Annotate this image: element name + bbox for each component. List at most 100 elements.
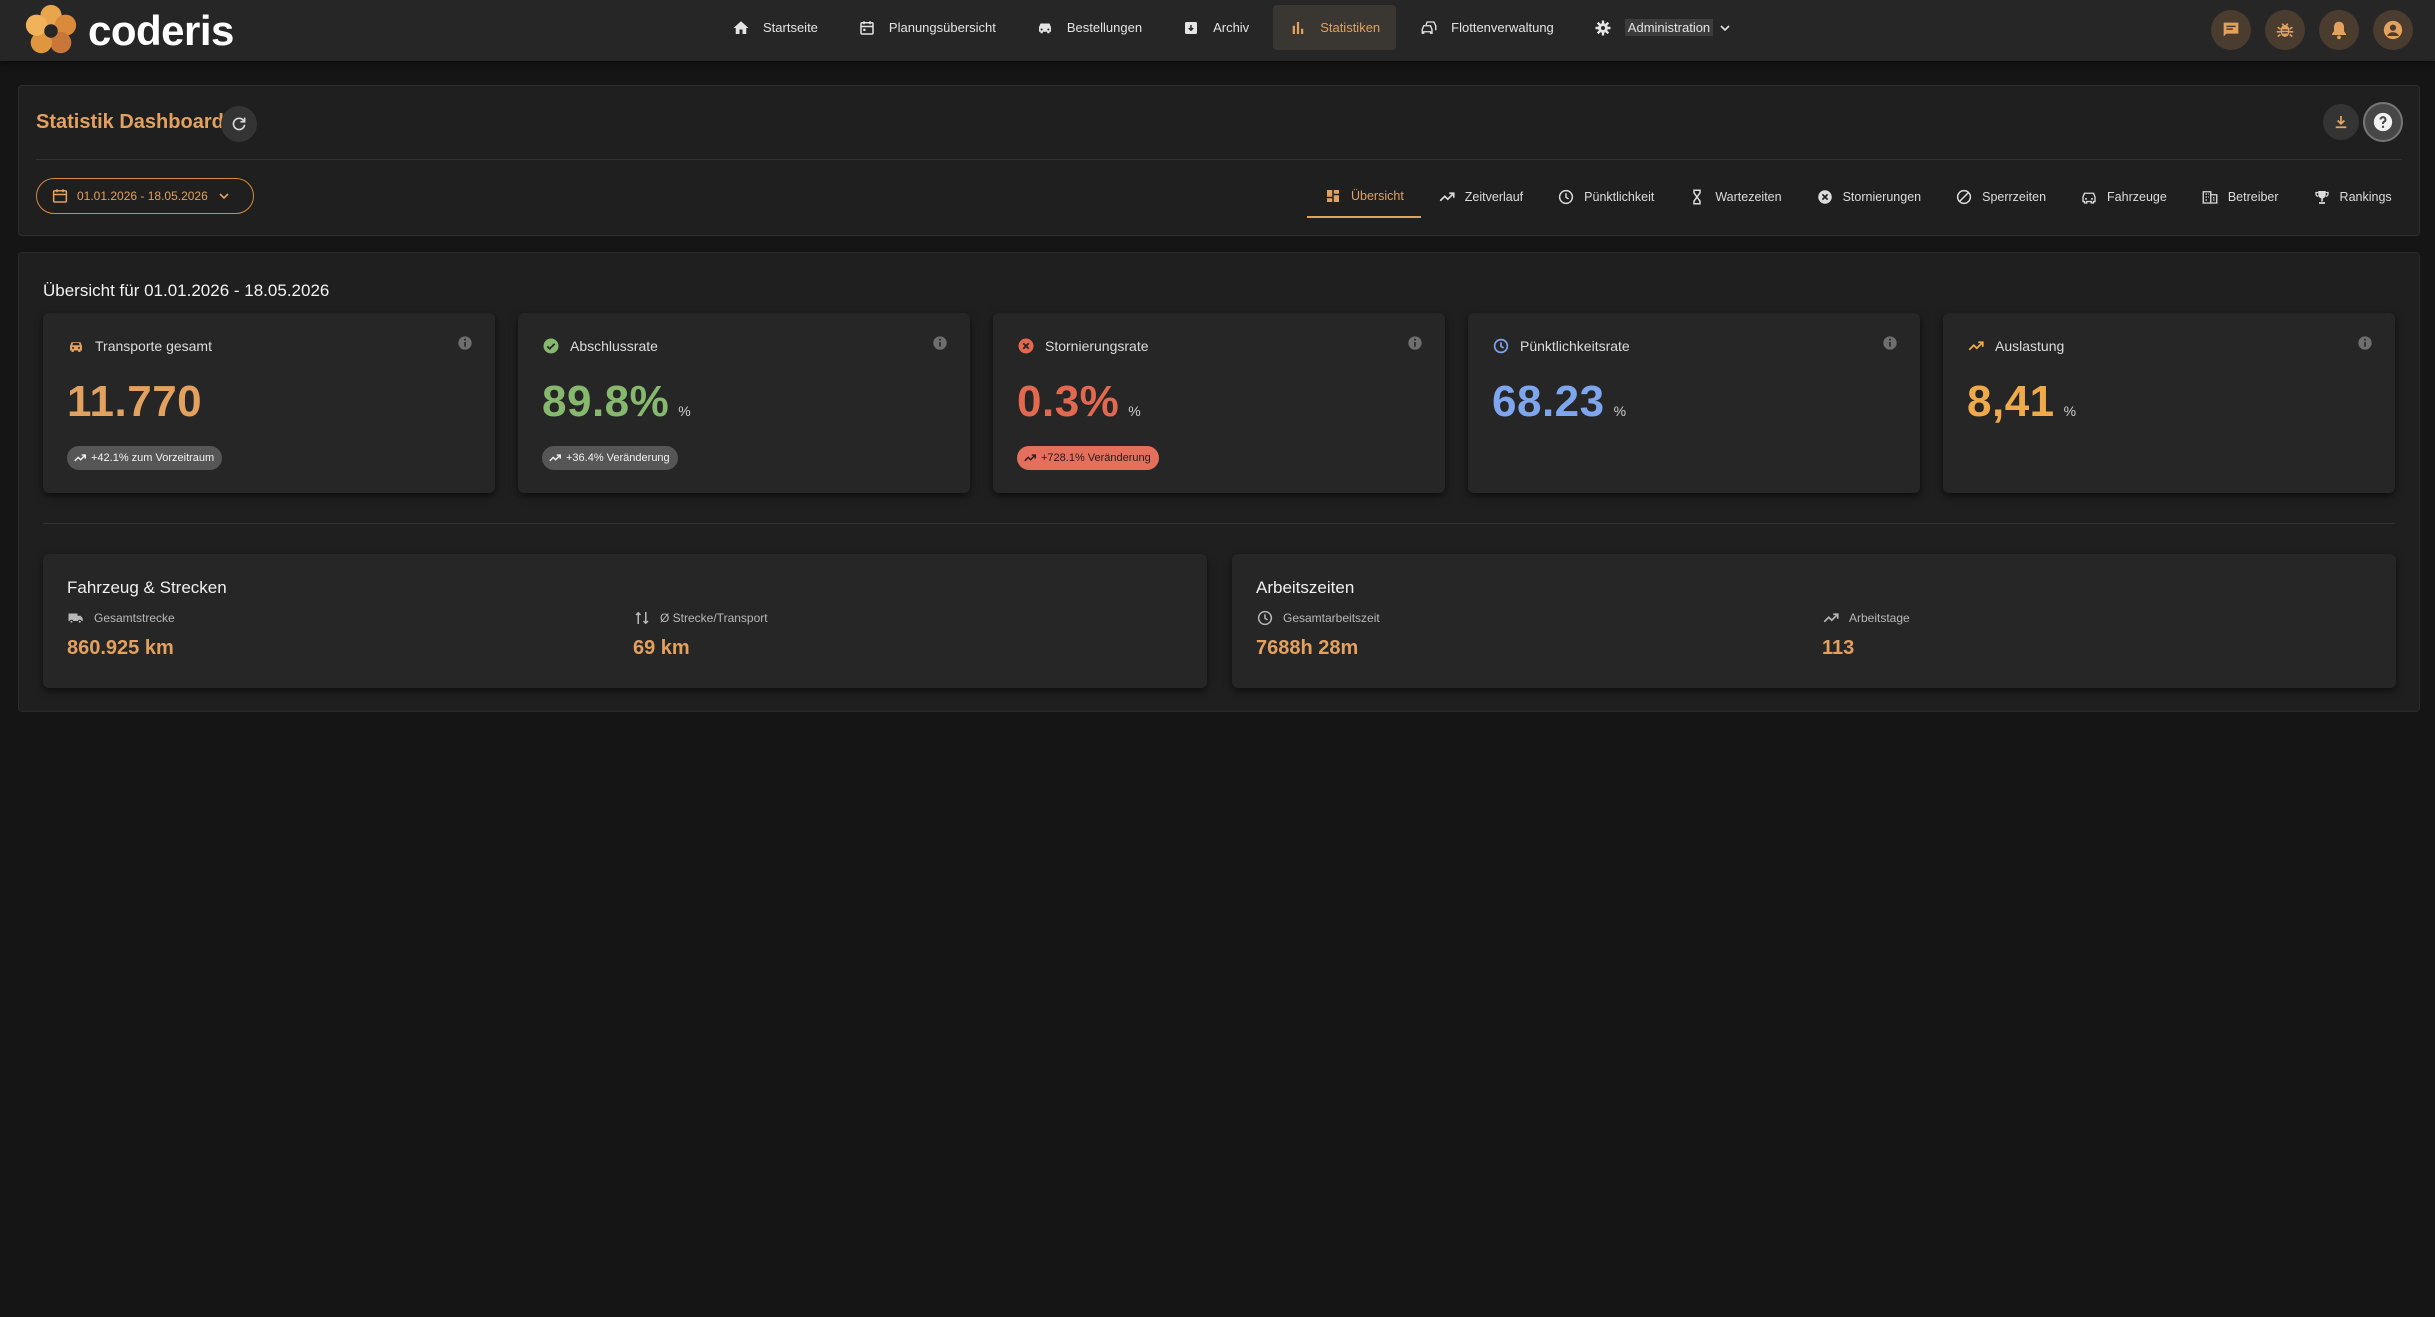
statistics-tabs: Übersicht Zeitverlauf Pünktlichkeit Wart… [1307, 176, 2409, 218]
tab-rankings[interactable]: Rankings [2296, 176, 2409, 218]
metric-gesamtarbeitszeit: Gesamtarbeitszeit 7688h 28m [1256, 609, 1380, 660]
kpi-change-badge: +42.1% zum Vorzeitraum [67, 446, 223, 470]
kpi-number: 8,41 [1967, 377, 2055, 426]
trophy-icon [2314, 191, 2329, 204]
tab-label: Pünktlichkeit [1584, 190, 1655, 204]
tab-label: Übersicht [1351, 189, 1404, 203]
hourglass-icon [1693, 189, 1702, 205]
help-button[interactable] [2363, 102, 2403, 142]
nav-item-label: Planungsübersicht [888, 20, 996, 35]
tab-label: Zeitverlauf [1464, 190, 1524, 204]
account-icon [2383, 20, 2403, 40]
chat-icon [2223, 22, 2239, 37]
kpi-unit: % [1128, 403, 1141, 419]
kpi-label: Transporte gesamt [95, 338, 212, 354]
overview-title: Übersicht für 01.01.2026 - 18.05.2026 [43, 281, 330, 300]
trend-up-icon [1024, 454, 1036, 462]
chevron-down-icon [219, 193, 229, 200]
notifications-button[interactable] [2319, 10, 2359, 50]
chevron-down-icon [1720, 24, 1730, 31]
info-icon[interactable] [932, 335, 948, 351]
trend-icon [1439, 192, 1455, 202]
logo[interactable]: coderis [22, 0, 234, 61]
kpi-change-badge: +36.4% Veränderung [542, 446, 678, 470]
refresh-button[interactable] [221, 106, 257, 142]
cancel-icon [1018, 338, 1034, 354]
nav-item-label: Flottenverwaltung [1451, 20, 1554, 35]
account-button[interactable] [2373, 10, 2413, 50]
dashboard-header: Statistik Dashboard 01.01.2026 - 18.05.2… [18, 85, 2420, 236]
tab-fahrzeuge[interactable]: Fahrzeuge [2063, 176, 2184, 218]
refresh-icon [232, 117, 246, 131]
metric-label: Arbeitstage [1822, 609, 1910, 627]
nav-item-administration[interactable]: Administration [1578, 5, 1749, 50]
kpi-label: Stornierungsrate [1045, 338, 1149, 354]
metric-label: Gesamtarbeitszeit [1256, 609, 1380, 627]
kpi-number: 89.8% [542, 377, 670, 426]
info-icon[interactable] [457, 335, 473, 351]
cancel-icon [1817, 190, 1832, 204]
tab-label: Fahrzeuge [2107, 190, 2167, 204]
tab-puenktlichkeit[interactable]: Pünktlichkeit [1540, 176, 1671, 218]
bug-icon [2276, 23, 2294, 38]
info-icon[interactable] [1407, 335, 1423, 351]
bug-report-button[interactable] [2265, 10, 2305, 50]
route-icon [635, 611, 649, 625]
kpi-number: 0.3% [1017, 377, 1120, 426]
tab-wartezeiten[interactable]: Wartezeiten [1671, 176, 1798, 218]
nav-item-archiv[interactable]: Archiv [1166, 5, 1265, 50]
tab-label: Wartezeiten [1715, 190, 1782, 204]
main-navigation: Startseite Planungsübersicht Bestellunge… [716, 5, 1757, 50]
clock-icon [1493, 338, 1509, 354]
nav-item-label: Administration [1624, 19, 1714, 36]
chat-button[interactable] [2211, 10, 2251, 50]
logo-text: coderis [88, 6, 234, 54]
overview-panel: Übersicht für 01.01.2026 - 18.05.2026 Tr… [18, 252, 2420, 712]
tab-uebersicht[interactable]: Übersicht [1307, 176, 1421, 218]
car-icon [1038, 23, 1051, 33]
bell-icon [2332, 21, 2346, 40]
top-navigation-bar: coderis Startseite Planungsübersicht Bes… [0, 0, 2435, 61]
kpi-card-puenktlichkeitsrate: Pünktlichkeitsrate 68.23 % [1468, 313, 1920, 493]
clock-icon [1559, 189, 1574, 205]
kpi-value: 68.23 % [1492, 377, 1626, 427]
car-icon [2082, 192, 2096, 204]
nav-item-label: Statistiken [1320, 20, 1381, 35]
download-button[interactable] [2323, 104, 2359, 140]
metric-value: 113 [1822, 637, 1855, 659]
archive-icon [1185, 21, 1198, 34]
tab-label: Betreiber [2227, 190, 2279, 204]
nav-item-statistiken[interactable]: Statistiken [1273, 5, 1397, 50]
nav-item-label: Archiv [1213, 20, 1250, 35]
block-icon [1956, 189, 1972, 205]
tab-label: Stornierungen [1842, 190, 1922, 204]
info-icon[interactable] [2357, 335, 2373, 351]
metric-value: 860.925 km [67, 637, 174, 659]
kpi-header: Stornierungsrate [1017, 337, 1149, 355]
metric-label: Ø Strecke/Transport [633, 609, 768, 627]
tab-zeitverlauf[interactable]: Zeitverlauf [1421, 176, 1540, 218]
tab-betreiber[interactable]: Betreiber [2184, 176, 2296, 218]
calendar-icon [860, 20, 874, 35]
metric-value: 7688h 28m [1256, 637, 1359, 659]
header-divider [36, 159, 2402, 160]
home-icon [733, 20, 749, 34]
nav-item-planungsuebersicht[interactable]: Planungsübersicht [842, 5, 1012, 50]
nav-item-flottenverwaltung[interactable]: Flottenverwaltung [1404, 5, 1570, 50]
help-icon [2373, 112, 2393, 132]
date-range-picker[interactable]: 01.01.2026 - 18.05.2026 [36, 178, 254, 214]
download-icon [2335, 116, 2347, 129]
kpi-label: Abschlussrate [570, 338, 658, 354]
trend-up-icon [549, 454, 561, 462]
section-divider [43, 523, 2395, 524]
badge-label: +42.1% zum Vorzeitraum [91, 452, 215, 464]
nav-item-bestellungen[interactable]: Bestellungen [1020, 5, 1158, 50]
info-icon[interactable] [1882, 335, 1898, 351]
nav-item-startseite[interactable]: Startseite [716, 5, 834, 50]
gear-icon [1595, 20, 1611, 35]
tab-stornierungen[interactable]: Stornierungen [1799, 176, 1939, 218]
dashboard-icon [1327, 190, 1339, 202]
nav-item-label: Startseite [763, 20, 818, 35]
metric-label: Gesamtstrecke [67, 609, 175, 627]
tab-sperrzeiten[interactable]: Sperrzeiten [1938, 176, 2063, 218]
